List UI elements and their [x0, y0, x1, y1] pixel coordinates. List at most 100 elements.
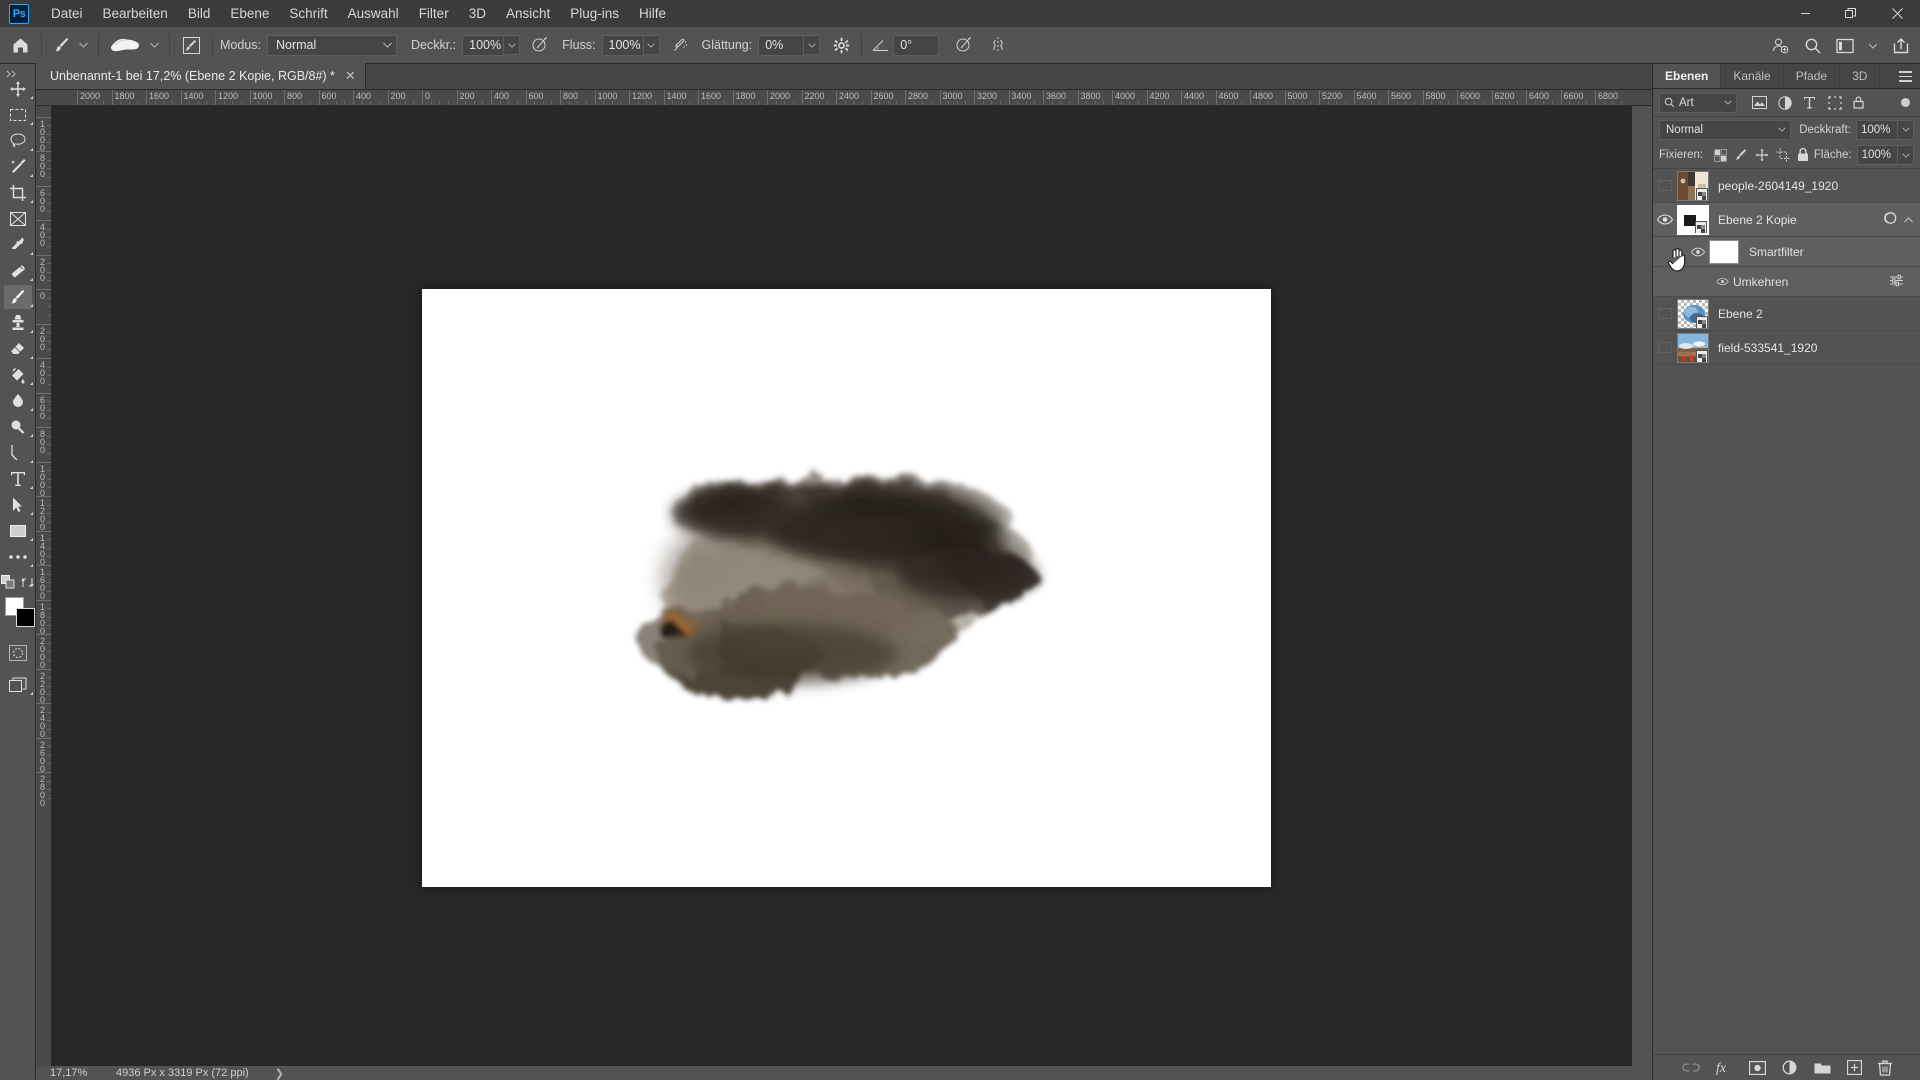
filter-kind-select[interactable]: Art: [1659, 92, 1737, 113]
lock-image-pixels-icon[interactable]: [1731, 145, 1752, 165]
shape-tool[interactable]: [0, 518, 36, 544]
swap-colors-icon[interactable]: [21, 576, 34, 589]
flow-slider-caret[interactable]: [643, 35, 660, 55]
layer-style-fx-icon[interactable]: fx: [1716, 1060, 1733, 1075]
filter-toggle-icon[interactable]: [1896, 98, 1914, 107]
horizontal-ruler[interactable]: 2000 1800 1600 1400 1200 1000 800 600 400 200 0 200…: [36, 90, 1920, 106]
type-layer-filter-icon[interactable]: [1797, 92, 1822, 114]
background-color-swatch[interactable]: [16, 608, 35, 627]
tab-kanaele[interactable]: Kanäle: [1721, 64, 1784, 88]
tab-ebenen[interactable]: Ebenen: [1653, 64, 1722, 88]
layer-opacity-input[interactable]: 100%: [1856, 119, 1898, 140]
smart-filter-mask-row[interactable]: Smartfilter: [1653, 237, 1920, 267]
healing-brush-tool[interactable]: [0, 258, 36, 284]
layer-thumbnail[interactable]: [1677, 332, 1709, 363]
screen-mode-button[interactable]: [0, 672, 36, 698]
blend-mode-select[interactable]: Normal: [267, 34, 397, 56]
gradient-tool[interactable]: [0, 362, 36, 388]
menu-bild[interactable]: Bild: [178, 2, 221, 25]
filter-mask-thumbnail[interactable]: [1709, 239, 1739, 264]
menu-plugins[interactable]: Plug-ins: [560, 2, 629, 25]
more-tools[interactable]: [0, 544, 36, 570]
chevron-right-icon[interactable]: ❯: [249, 1067, 284, 1080]
brush-panel-icon[interactable]: [177, 33, 205, 57]
eraser-tool[interactable]: [0, 336, 36, 362]
layer-name[interactable]: Ebene 2 Kopie: [1718, 213, 1797, 227]
cloud-upload-icon[interactable]: [1892, 37, 1910, 55]
flow-input[interactable]: 100%: [601, 34, 644, 56]
symmetry-icon[interactable]: [985, 33, 1011, 57]
zoom-level[interactable]: 17,17%: [36, 1067, 106, 1079]
filter-blending-options-icon[interactable]: [1889, 274, 1904, 290]
menu-schrift[interactable]: Schrift: [279, 2, 337, 25]
vertical-ruler[interactable]: 1000 800 600 400 200 0 200 400 600 800 1000 1200 140…: [36, 106, 52, 1066]
layer-row-field[interactable]: field-533541_1920: [1653, 331, 1920, 365]
layer-name[interactable]: people-2604149_1920: [1718, 179, 1838, 193]
restore-button[interactable]: [1828, 0, 1874, 27]
search-icon[interactable]: [1804, 37, 1822, 55]
smoothing-slider-caret[interactable]: [804, 35, 821, 55]
opacity-input[interactable]: 100%: [462, 34, 505, 56]
adjustment-layer-filter-icon[interactable]: [1772, 92, 1797, 114]
document-tab[interactable]: Unbenannt-1 bei 17,2% (Ebene 2 Kopie, RG…: [36, 63, 366, 89]
smart-object-filter-icon[interactable]: [1847, 92, 1872, 114]
menu-ebene[interactable]: Ebene: [220, 2, 279, 25]
brush-preset-caret-icon[interactable]: [146, 42, 162, 48]
new-group-icon[interactable]: [1814, 1061, 1831, 1074]
link-layers-icon[interactable]: [1682, 1062, 1700, 1073]
close-button[interactable]: [1874, 0, 1920, 27]
dodge-tool[interactable]: [0, 414, 36, 440]
smart-filter-name[interactable]: Umkehren: [1733, 275, 1788, 289]
angle-input[interactable]: 0°: [893, 34, 940, 56]
minimize-button[interactable]: [1782, 0, 1828, 27]
panel-menu-icon[interactable]: [1899, 71, 1912, 85]
tab-pfade[interactable]: Pfade: [1784, 64, 1841, 88]
new-layer-icon[interactable]: [1847, 1060, 1862, 1075]
layer-row-ebene2-kopie[interactable]: Ebene 2 Kopie: [1653, 203, 1920, 237]
tab-3d[interactable]: 3D: [1840, 64, 1881, 88]
move-tool[interactable]: [0, 76, 36, 102]
menu-bearbeiten[interactable]: Bearbeiten: [93, 2, 178, 25]
quick-selection-tool[interactable]: [0, 154, 36, 180]
type-tool[interactable]: [0, 466, 36, 492]
airbrush-icon[interactable]: [668, 33, 692, 57]
layer-visibility-toggle[interactable]: [1653, 342, 1677, 353]
brush-tool-icon[interactable]: [49, 32, 75, 58]
pixel-layer-filter-icon[interactable]: [1747, 92, 1772, 114]
shape-layer-filter-icon[interactable]: [1822, 92, 1847, 114]
pen-tool[interactable]: [0, 440, 36, 466]
lock-artboard-nesting-icon[interactable]: [1772, 145, 1793, 165]
frame-tool[interactable]: [0, 206, 36, 232]
menu-ansicht[interactable]: Ansicht: [496, 2, 560, 25]
lock-position-icon[interactable]: [1752, 145, 1773, 165]
close-icon[interactable]: ✕: [345, 68, 356, 84]
menu-filter[interactable]: Filter: [409, 2, 459, 25]
canvas-area[interactable]: [52, 106, 1632, 1066]
opacity-slider-caret[interactable]: [504, 35, 521, 55]
home-icon[interactable]: [6, 32, 34, 58]
filter-mask-visibility-toggle[interactable]: [1687, 247, 1709, 257]
path-selection-tool[interactable]: [0, 492, 36, 518]
smart-filter-indicator-icon[interactable]: [1883, 211, 1898, 228]
new-adjustment-layer-icon[interactable]: [1782, 1060, 1798, 1076]
layer-name[interactable]: Ebene 2: [1718, 307, 1763, 321]
clone-stamp-tool[interactable]: [0, 310, 36, 336]
chevron-up-icon[interactable]: [1904, 215, 1913, 225]
smoothing-input[interactable]: 0%: [758, 34, 805, 56]
menu-auswahl[interactable]: Auswahl: [338, 2, 409, 25]
layer-thumbnail[interactable]: [1677, 204, 1709, 235]
layer-visibility-toggle[interactable]: [1653, 308, 1677, 319]
brush-tool-caret-icon[interactable]: [75, 42, 91, 48]
menu-3d[interactable]: 3D: [459, 2, 496, 25]
fill-caret[interactable]: [1898, 145, 1914, 165]
layer-thumbnail[interactable]: [1677, 170, 1709, 201]
layer-opacity-caret[interactable]: [1898, 119, 1914, 140]
smart-filter-row-umkehren[interactable]: Umkehren: [1653, 267, 1920, 297]
delete-layer-icon[interactable]: [1878, 1060, 1892, 1076]
layer-row-ebene2[interactable]: Ebene 2: [1653, 297, 1920, 331]
layer-row-people[interactable]: people-2604149_1920: [1653, 169, 1920, 203]
layer-name[interactable]: field-533541_1920: [1718, 341, 1817, 355]
eyedropper-tool[interactable]: [0, 232, 36, 258]
layer-thumbnail[interactable]: [1677, 298, 1709, 329]
edit-toolbar-icon[interactable]: [1, 575, 16, 590]
